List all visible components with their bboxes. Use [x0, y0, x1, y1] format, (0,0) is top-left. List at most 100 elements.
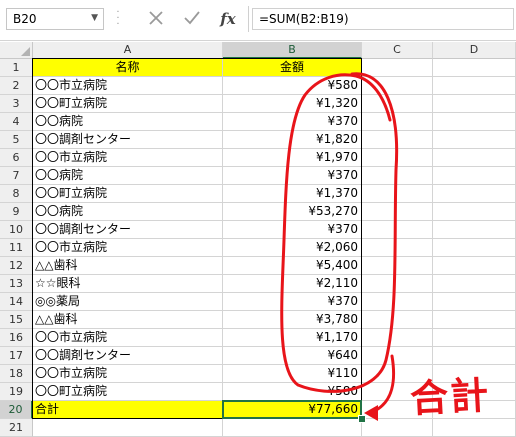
row-header[interactable]: 19 [0, 383, 33, 401]
name-cell[interactable]: △△歯科 [33, 311, 223, 329]
empty-cell[interactable] [433, 131, 516, 149]
name-cell[interactable]: △△歯科 [33, 257, 223, 275]
empty-cell[interactable] [362, 311, 433, 329]
column-header-b[interactable]: B [223, 42, 362, 59]
row-header[interactable]: 12 [0, 257, 33, 275]
empty-cell[interactable] [433, 293, 516, 311]
empty-cell[interactable] [433, 77, 516, 95]
empty-cell[interactable] [433, 167, 516, 185]
empty-cell[interactable] [362, 257, 433, 275]
name-cell[interactable]: 〇〇町立病院 [33, 185, 223, 203]
row-header[interactable]: 6 [0, 149, 33, 167]
empty-cell[interactable] [362, 275, 433, 293]
name-cell[interactable]: 〇〇病院 [33, 167, 223, 185]
total-amount-cell[interactable]: ¥77,660 [223, 401, 362, 419]
row-header[interactable]: 13 [0, 275, 33, 293]
chevron-down-icon[interactable]: ▼ [91, 13, 98, 23]
fx-icon[interactable]: fx [218, 9, 238, 29]
name-box[interactable]: B20 ▼ [6, 8, 104, 30]
total-label-cell[interactable]: 合計 [33, 401, 223, 419]
name-cell[interactable]: ☆☆眼科 [33, 275, 223, 293]
empty-cell[interactable] [362, 347, 433, 365]
empty-cell[interactable] [362, 203, 433, 221]
row-header[interactable]: 8 [0, 185, 33, 203]
row-header[interactable]: 16 [0, 329, 33, 347]
empty-cell[interactable] [433, 311, 516, 329]
row-header[interactable]: 9 [0, 203, 33, 221]
empty-cell[interactable] [362, 95, 433, 113]
row-header[interactable]: 10 [0, 221, 33, 239]
empty-cell[interactable] [433, 239, 516, 257]
check-icon[interactable] [182, 9, 202, 29]
empty-cell[interactable] [362, 221, 433, 239]
name-cell[interactable]: 〇〇市立病院 [33, 77, 223, 95]
row-header[interactable]: 7 [0, 167, 33, 185]
amount-cell[interactable]: ¥370 [223, 167, 362, 185]
empty-cell[interactable] [433, 95, 516, 113]
empty-cell[interactable] [362, 293, 433, 311]
empty-cell[interactable] [33, 419, 223, 437]
column-header-d[interactable]: D [433, 42, 516, 59]
row-header[interactable]: 17 [0, 347, 33, 365]
amount-cell[interactable]: ¥370 [223, 113, 362, 131]
amount-cell[interactable]: ¥1,970 [223, 149, 362, 167]
amount-cell[interactable]: ¥1,820 [223, 131, 362, 149]
empty-cell[interactable] [362, 149, 433, 167]
amount-cell[interactable]: ¥3,780 [223, 311, 362, 329]
empty-cell[interactable] [433, 347, 516, 365]
amount-cell[interactable]: ¥580 [223, 77, 362, 95]
row-header[interactable]: 11 [0, 239, 33, 257]
amount-cell[interactable]: ¥640 [223, 347, 362, 365]
empty-cell[interactable] [433, 257, 516, 275]
empty-cell[interactable] [433, 149, 516, 167]
amount-cell[interactable]: ¥5,400 [223, 257, 362, 275]
row-header[interactable]: 21 [0, 419, 33, 437]
empty-cell[interactable] [223, 419, 362, 437]
row-header[interactable]: 15 [0, 311, 33, 329]
empty-cell[interactable] [362, 77, 433, 95]
column-title-amount[interactable]: 金額 [223, 59, 362, 77]
amount-cell[interactable]: ¥53,270 [223, 203, 362, 221]
name-cell[interactable]: 〇〇市立病院 [33, 329, 223, 347]
amount-cell[interactable]: ¥1,320 [223, 95, 362, 113]
column-header-c[interactable]: C [362, 42, 433, 59]
row-header[interactable]: 4 [0, 113, 33, 131]
empty-cell[interactable] [433, 221, 516, 239]
name-cell[interactable]: 〇〇市立病院 [33, 239, 223, 257]
empty-cell[interactable] [362, 185, 433, 203]
name-cell[interactable]: 〇〇病院 [33, 113, 223, 131]
row-header[interactable]: 3 [0, 95, 33, 113]
empty-cell[interactable] [433, 185, 516, 203]
cancel-icon[interactable] [146, 9, 166, 29]
empty-cell[interactable] [433, 275, 516, 293]
name-cell[interactable]: 〇〇市立病院 [33, 149, 223, 167]
empty-cell[interactable] [433, 203, 516, 221]
name-cell[interactable]: 〇〇町立病院 [33, 95, 223, 113]
empty-cell[interactable] [362, 167, 433, 185]
empty-cell[interactable] [433, 419, 516, 437]
name-cell[interactable]: 〇〇町立病院 [33, 383, 223, 401]
row-header[interactable]: 20 [0, 401, 33, 419]
name-cell[interactable]: 〇〇市立病院 [33, 365, 223, 383]
amount-cell[interactable]: ¥1,170 [223, 329, 362, 347]
amount-cell[interactable]: ¥2,060 [223, 239, 362, 257]
fill-handle[interactable] [358, 415, 366, 423]
formula-input[interactable]: =SUM(B2:B19) [252, 8, 514, 30]
empty-cell[interactable] [362, 239, 433, 257]
empty-cell[interactable] [362, 329, 433, 347]
column-header-a[interactable]: A [33, 42, 223, 59]
empty-cell[interactable] [362, 59, 433, 77]
row-header[interactable]: 5 [0, 131, 33, 149]
row-header[interactable]: 2 [0, 77, 33, 95]
select-all-button[interactable] [0, 42, 33, 59]
name-cell[interactable]: 〇〇調剤センター [33, 131, 223, 149]
drag-handle[interactable]: · · · [116, 8, 120, 30]
amount-cell[interactable]: ¥2,110 [223, 275, 362, 293]
empty-cell[interactable] [362, 113, 433, 131]
empty-cell[interactable] [362, 131, 433, 149]
amount-cell[interactable]: ¥370 [223, 293, 362, 311]
name-cell[interactable]: ◎◎薬局 [33, 293, 223, 311]
name-cell[interactable]: 〇〇病院 [33, 203, 223, 221]
amount-cell[interactable]: ¥1,370 [223, 185, 362, 203]
amount-cell[interactable]: ¥370 [223, 221, 362, 239]
